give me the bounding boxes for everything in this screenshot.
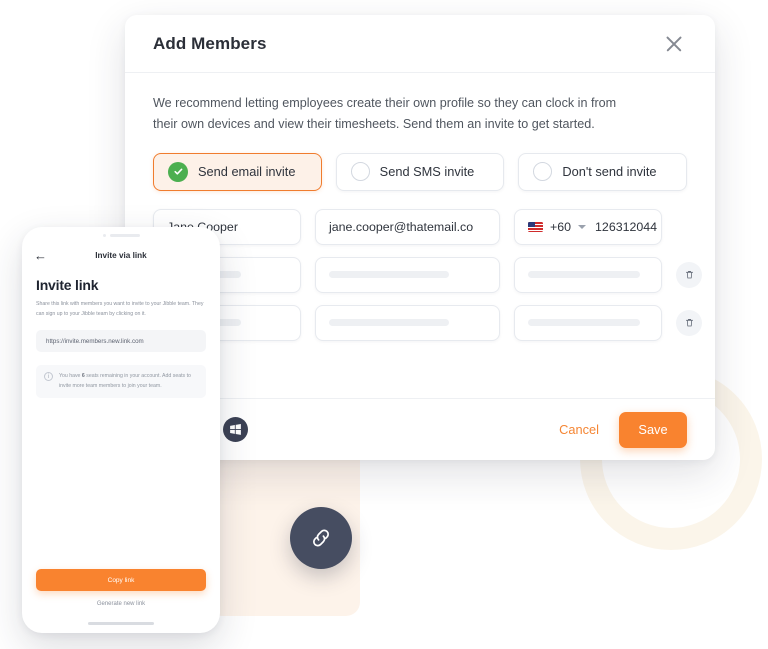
radio-empty-icon	[533, 162, 553, 182]
cancel-button[interactable]: Cancel	[549, 416, 609, 443]
member-phone-input[interactable]	[514, 256, 662, 293]
seats-notice-text: You have 6 seats remaining in your accou…	[59, 372, 198, 391]
member-email-input[interactable]	[315, 304, 500, 341]
generate-new-link-button[interactable]: Generate new link	[36, 601, 206, 607]
placeholder-bar	[329, 271, 449, 279]
table-row	[153, 256, 702, 293]
phone-nav-title: Invite via link	[95, 250, 147, 260]
member-email-input[interactable]	[315, 256, 500, 293]
invite-option-none[interactable]: Don't send invite	[518, 152, 688, 191]
status-pill	[109, 234, 140, 237]
delete-row-button[interactable]	[676, 309, 702, 336]
phone-description: Share this link with members you want to…	[36, 301, 204, 317]
chevron-down-icon[interactable]	[578, 224, 587, 229]
phone-navbar: ← Invite via link	[22, 241, 220, 269]
dialog-title: Add Members	[153, 33, 267, 53]
placeholder-bar	[528, 319, 640, 327]
save-button[interactable]: Save	[619, 411, 687, 448]
back-arrow-icon[interactable]: ←	[34, 249, 47, 262]
member-email-input[interactable]: jane.cooper@thatemail.co	[315, 208, 500, 245]
invite-option-group: Send email invite Send SMS invite Don't …	[125, 135, 715, 191]
delete-row-button[interactable]	[676, 261, 702, 288]
invite-option-label: Send email invite	[198, 164, 296, 180]
phone-body: Invite link Share this link with members…	[22, 269, 220, 398]
table-row	[153, 304, 702, 341]
info-icon: i	[44, 372, 53, 382]
phone-bottom-actions: Copy link Generate new link	[22, 569, 220, 633]
invite-option-label: Don't send invite	[562, 164, 657, 180]
member-phone-input[interactable]	[514, 304, 662, 341]
dialog-header: Add Members	[125, 15, 715, 73]
placeholder-bar	[329, 319, 449, 327]
status-dot	[102, 234, 106, 237]
invite-option-sms[interactable]: Send SMS invite	[335, 152, 505, 191]
country-code: +60	[550, 219, 572, 234]
screenshot-stage: Add Members We recommend letting employe…	[0, 0, 768, 649]
seats-notice: i You have 6 seats remaining in your acc…	[36, 365, 206, 398]
placeholder-bar	[528, 271, 640, 279]
member-phone-input[interactable]: +60 126312044	[514, 208, 662, 245]
radio-empty-icon	[350, 162, 370, 182]
home-indicator	[88, 622, 154, 625]
country-flag-icon	[528, 221, 543, 232]
phone-status-bar	[22, 227, 220, 241]
link-chain-icon[interactable]	[290, 507, 352, 569]
table-row: Jane Cooper jane.cooper@thatemail.co +60…	[153, 208, 687, 245]
close-icon[interactable]	[661, 31, 687, 57]
phone-number: 126312044	[595, 219, 658, 234]
invite-option-label: Send SMS invite	[379, 164, 475, 180]
invite-link-field[interactable]: https://invite.members.new.link.com	[36, 330, 206, 353]
check-circle-icon	[168, 161, 188, 182]
phone-heading: Invite link	[36, 277, 99, 293]
copy-link-button[interactable]: Copy link	[36, 569, 206, 592]
dialog-description: We recommend letting employees create th…	[153, 96, 617, 131]
microsoft-import-icon[interactable]	[223, 417, 248, 442]
notice-prefix: You have	[59, 373, 82, 380]
invite-option-email[interactable]: Send email invite	[153, 152, 322, 191]
phone-mockup: ← Invite via link Invite link Share this…	[22, 227, 220, 633]
